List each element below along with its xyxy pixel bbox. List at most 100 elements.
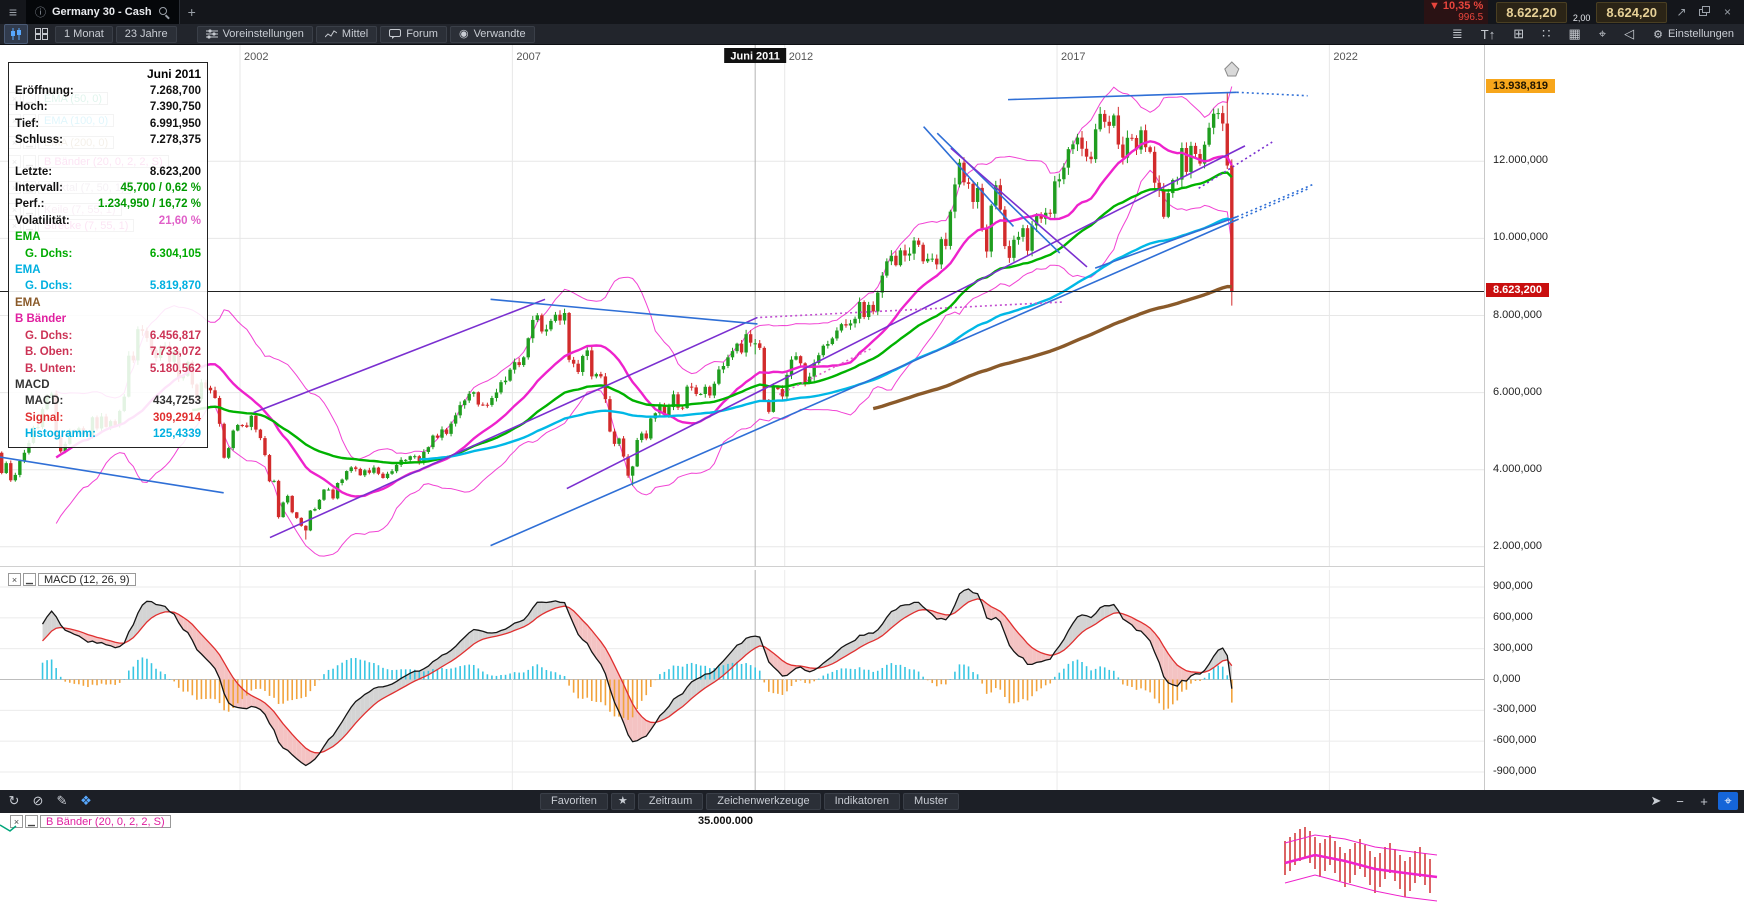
price-tick-label: 4.000,000 [1493, 462, 1542, 475]
price-tick-label: 6.000,000 [1493, 385, 1542, 398]
related-button[interactable]: ◉ Verwandte [449, 25, 535, 43]
macd-close-icon[interactable]: × [8, 573, 21, 586]
svg-text:Juni 2011: Juni 2011 [730, 51, 780, 63]
tooltip-row: Histogramm: 125,4339 [25, 428, 201, 441]
bottom-toolbar: ↻ ⊘ ✎ ❖ Favoriten ★ Zeitraum Zeichenwerk… [0, 790, 1744, 813]
menu-icon[interactable]: ≡ [0, 4, 26, 20]
range-selector[interactable]: 23 Jahre [115, 25, 177, 43]
gear-icon: ⚙ [1653, 28, 1663, 41]
tooltip-row: Volatilität: 21,60 % [15, 214, 201, 227]
add-tab-button[interactable]: + [180, 4, 204, 20]
macd-tick-label: -600,000 [1493, 734, 1537, 747]
tooltip-row: B. Unten: 5.180,562 [25, 362, 201, 375]
tooltip-row: B. Oben: 7.733,072 [25, 346, 201, 359]
svg-text:2017: 2017 [1061, 51, 1085, 63]
crosshair-tool-icon[interactable]: ⌖ [1595, 25, 1610, 43]
spread-value: 2,00 [1572, 13, 1591, 23]
info-icon: ⓘ [35, 7, 46, 19]
instrument-name: Germany 30 - Cash [52, 6, 152, 18]
main-price-chart[interactable]: 2002 2007 2012 2017 2022 Juni 2011 [0, 45, 1484, 566]
tooltip-section-header: EMA [15, 264, 41, 277]
high-price-badge: 13.938,819 [1486, 78, 1556, 93]
gridlines-icon[interactable]: ⊞ [1509, 25, 1528, 43]
change-percent: ▼ 10,35 % [1428, 0, 1484, 12]
averages-button[interactable]: Mittel [315, 25, 378, 43]
settings-button[interactable]: ⚙ Einstellungen [1641, 28, 1744, 41]
svg-text:2002: 2002 [244, 51, 268, 63]
close-icon[interactable]: × [1719, 5, 1736, 19]
layout-grid-button[interactable] [31, 25, 52, 43]
axis-separator [1484, 45, 1485, 790]
chart-toolbar: 1 Monat 23 Jahre Voreinstellungen Mittel… [0, 24, 1744, 45]
text-tool-icon[interactable]: T↑ [1477, 25, 1499, 43]
indicators-button[interactable]: Indikatoren [823, 793, 901, 810]
panel-separator[interactable] [0, 566, 1484, 567]
search-icon[interactable] [158, 6, 170, 18]
price-tick-label: 2.000,000 [1493, 539, 1542, 552]
candlestick-icon [11, 28, 21, 40]
macd-panel-chart[interactable] [0, 570, 1484, 790]
refresh-icon[interactable]: ↻ [4, 792, 24, 810]
bottom-menu: Favoriten ★ Zeitraum Zeichenwerkzeuge In… [540, 793, 959, 810]
macd-minimize-icon[interactable]: ▁ [23, 573, 36, 586]
price-change: ▼ 10,35 % 996.5 [1423, 0, 1489, 24]
eye-icon: ◉ [458, 27, 469, 40]
chart-type-button[interactable] [4, 24, 28, 44]
macd-tick-label: 0,000 [1493, 672, 1521, 685]
buy-price-button[interactable]: 8.624,20 [1596, 1, 1667, 23]
tooltip-date: Juni 2011 [146, 67, 201, 81]
secondary-window-strip: × ▁ B Bänder (20, 0, 2, 2, S) 35.000.000 [0, 813, 1744, 912]
pattern-grid-icon[interactable]: ∷ [1538, 25, 1554, 43]
svg-text:2007: 2007 [516, 51, 540, 63]
tooltip-row: MACD: 434,7253 [25, 395, 201, 408]
star-icon[interactable]: ★ [610, 793, 635, 810]
draw-tool-icons: ↻ ⊘ ✎ ❖ [4, 792, 96, 810]
macd-indicator-tag: × ▁ MACD (12, 26, 9) [8, 573, 136, 586]
instrument-tab[interactable]: ⓘ Germany 30 - Cash [26, 0, 180, 24]
last-price-badge: 8.623,200 [1486, 283, 1549, 298]
sliders-icon [205, 29, 218, 39]
right-tool-icons: ≣ T↑ ⊞ ∷ ▦ ⌖ ◁ [1448, 25, 1638, 43]
macd-tick-label: -300,000 [1493, 703, 1537, 716]
timerange-button[interactable]: Zeitraum [637, 793, 704, 810]
drawing-tools-button[interactable]: Zeichenwerkzeuge [706, 793, 821, 810]
svg-text:2022: 2022 [1333, 51, 1357, 63]
tooltip-row: Perf.: 1.234,950 / 16,72 % [15, 198, 201, 211]
tooltip-row: Schluss: 7.278,375 [15, 134, 201, 147]
favorites-button[interactable]: Favoriten [540, 793, 608, 810]
popout-icon[interactable] [1696, 5, 1713, 19]
macd-tick-label: 600,000 [1493, 610, 1533, 623]
sell-price-button[interactable]: 8.622,20 [1496, 1, 1567, 23]
tooltip-row: G. Dchs: 5.819,870 [25, 280, 201, 293]
cursor-tool-icon[interactable]: ◁ [1620, 25, 1638, 43]
zoom-in-icon[interactable]: + [1694, 792, 1714, 810]
macd-label[interactable]: MACD (12, 26, 9) [38, 573, 136, 586]
expand-icon[interactable]: ↗ [1673, 5, 1690, 19]
zoom-out-icon[interactable]: − [1670, 792, 1690, 810]
send-icon[interactable]: ➤ [1646, 792, 1666, 810]
tooltip-section-header: EMA [15, 231, 41, 244]
tooltip-row: Letzte: 8.623,200 [15, 165, 201, 178]
secondary-chart-fragment [0, 824, 1438, 902]
quote-panel: ▼ 10,35 % 996.5 8.622,20 2,00 8.624,20 ↗… [1423, 0, 1744, 24]
macd-tick-label: 900,000 [1493, 579, 1533, 592]
clear-drawings-icon[interactable]: ⊘ [28, 792, 48, 810]
pencil-icon[interactable]: ✎ [52, 792, 72, 810]
tooltip-row: Hoch: 7.390,750 [15, 101, 201, 114]
tooltip-section-header: B Bänder [15, 313, 67, 326]
price-tick-label: 8.000,000 [1493, 308, 1542, 321]
forum-button[interactable]: Forum [380, 25, 447, 43]
crosshair-mode-icon[interactable]: ⌖ [1718, 792, 1738, 810]
trading-platform-window: ≡ ⓘ Germany 30 - Cash + ▼ 10,35 % 996.5 … [0, 0, 1744, 912]
presets-button[interactable]: Voreinstellungen [196, 25, 313, 43]
tooltip-section-header: MACD [15, 378, 50, 391]
magic-draw-icon[interactable]: ❖ [76, 792, 96, 810]
panels-icon[interactable]: ▦ [1564, 25, 1584, 43]
tooltip-row: Intervall: 45,700 / 0,62 % [15, 182, 201, 195]
price-tick-label: 10.000,000 [1493, 231, 1549, 244]
patterns-button[interactable]: Muster [903, 793, 959, 810]
indicator-list-icon[interactable]: ≣ [1448, 25, 1467, 43]
price-axis[interactable]: 12.000,000 10.000,000 8.000,000 6.000,000 4.… [1486, 45, 1744, 790]
interval-selector[interactable]: 1 Monat [55, 25, 113, 43]
tooltip-row: G. Dchs: 6.304,105 [25, 247, 201, 260]
